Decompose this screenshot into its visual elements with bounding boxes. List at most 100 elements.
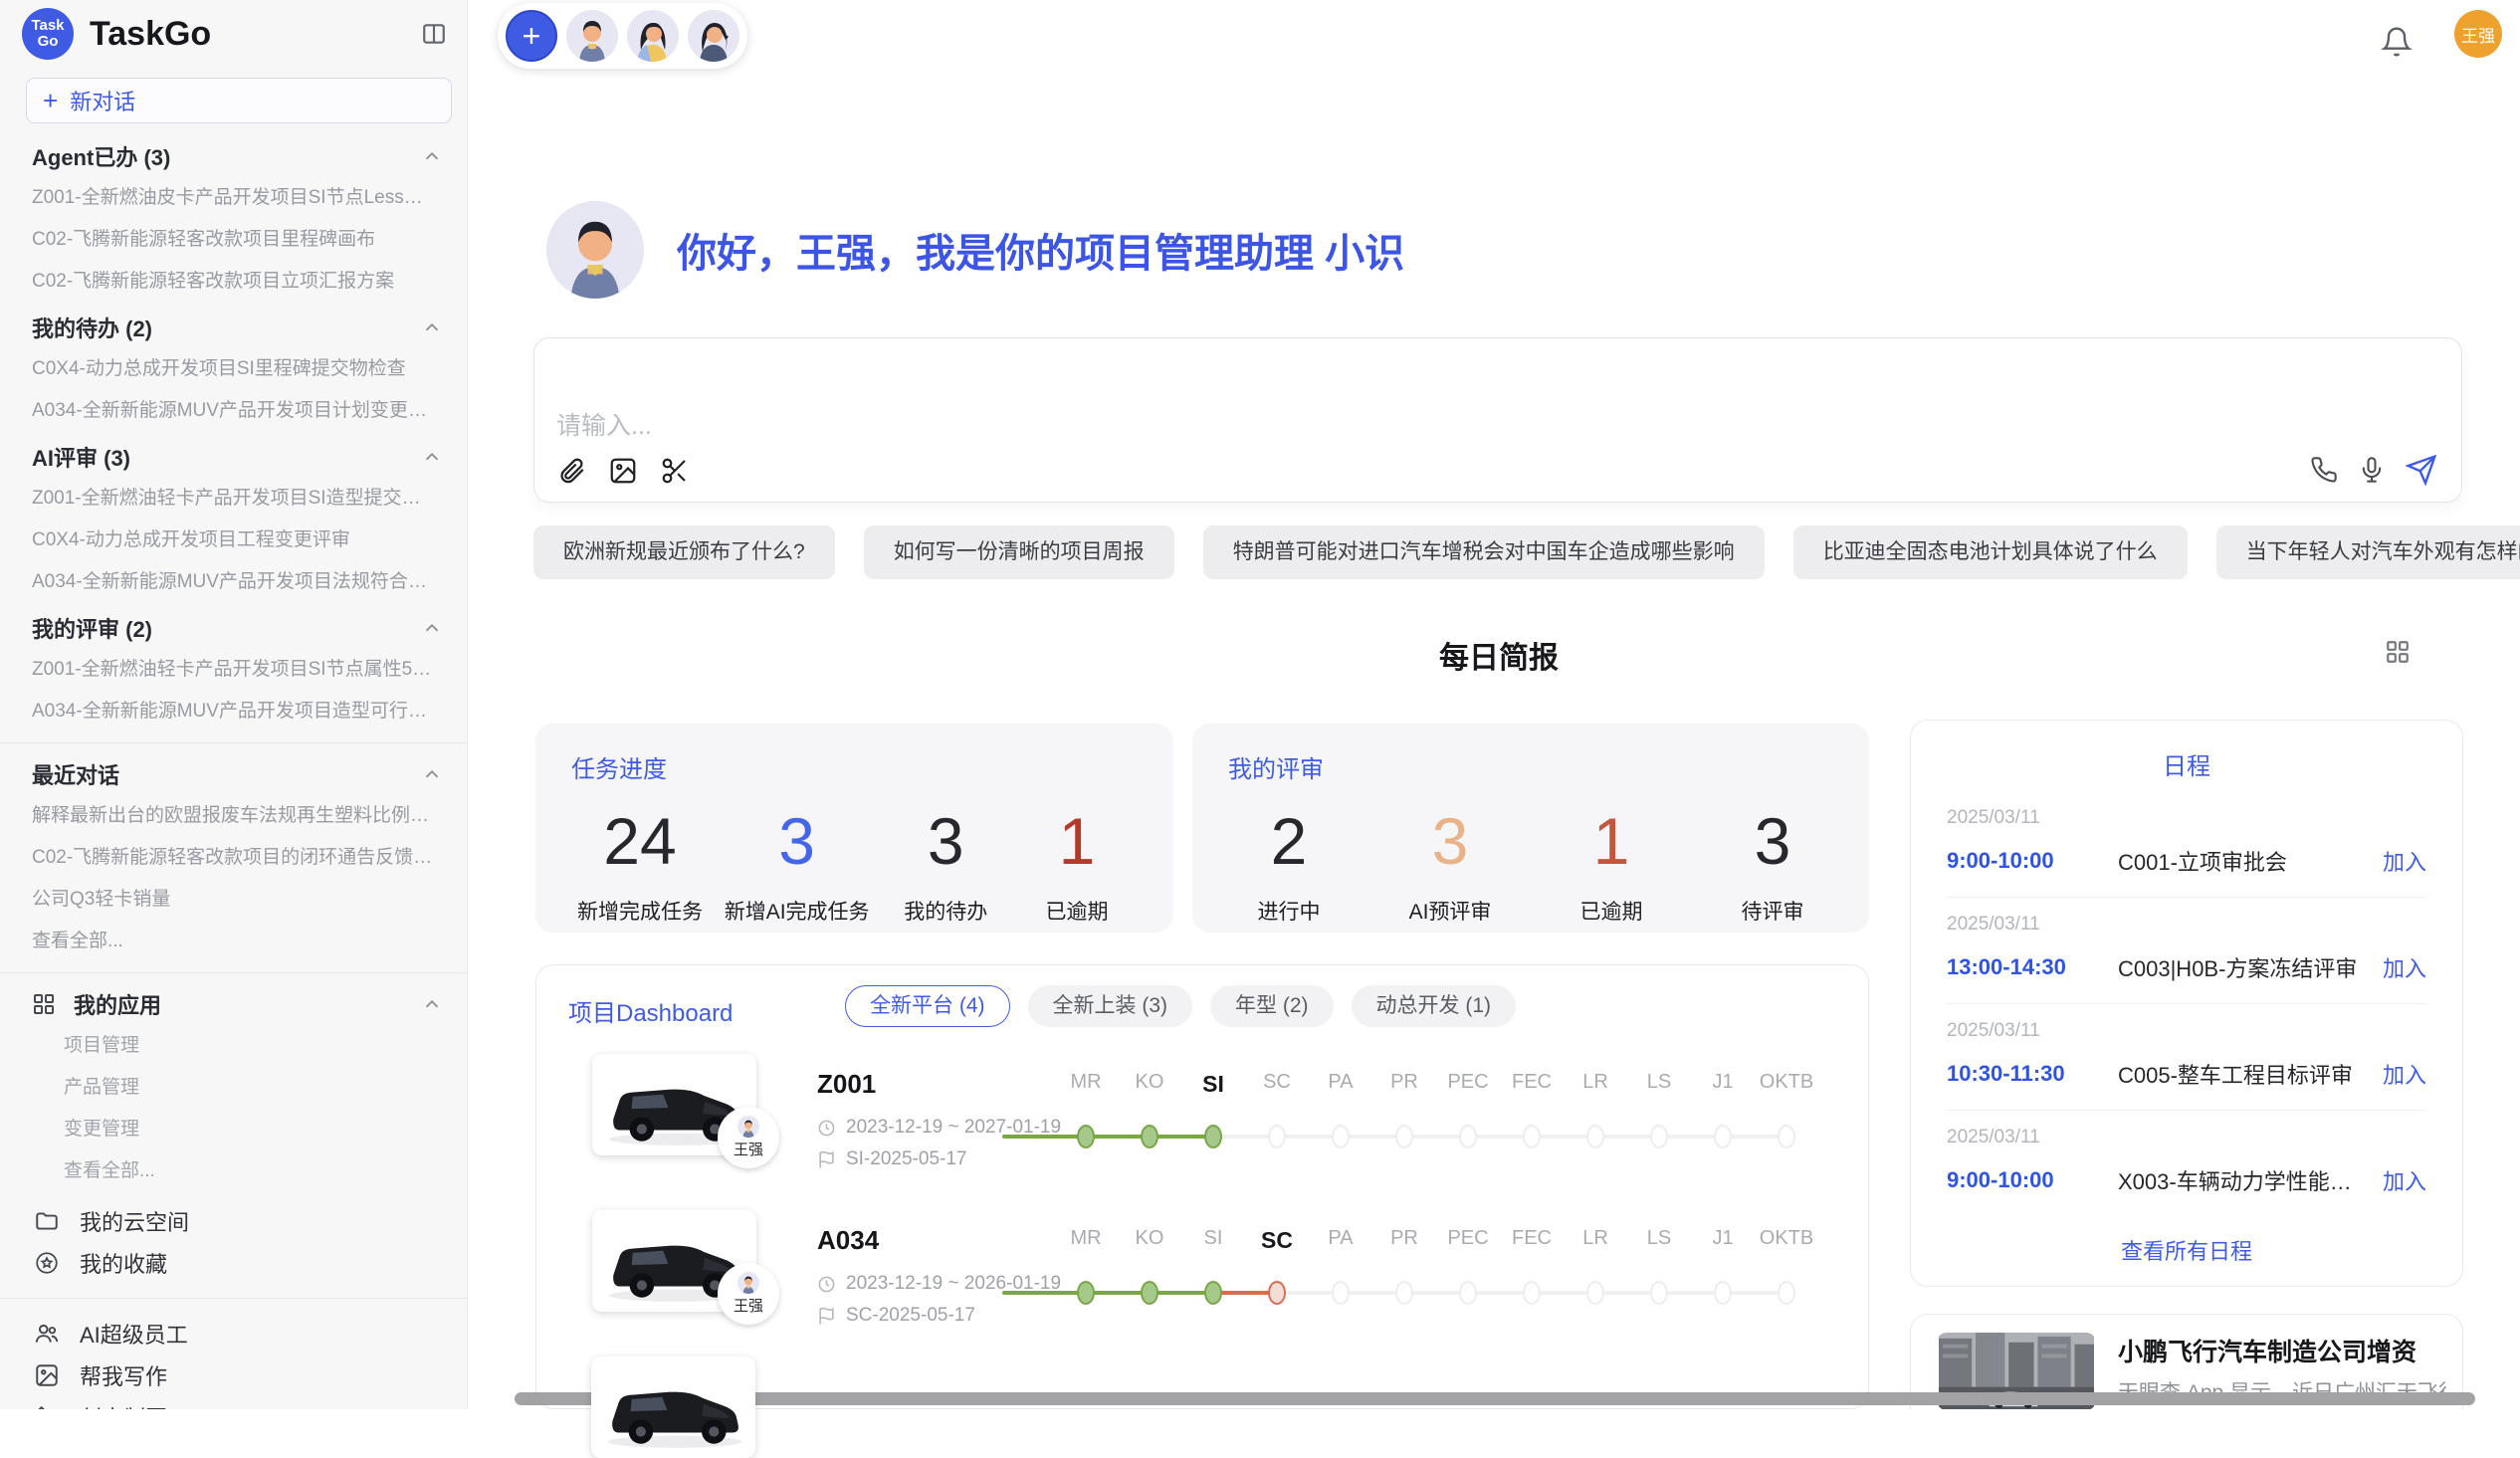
stat-value: 1 [1022, 806, 1132, 876]
send-icon[interactable] [2406, 454, 2437, 486]
suggestion-chip[interactable]: 当下年轻人对汽车外观有怎样的喜好趋势 [2216, 525, 2520, 579]
dashboard-tab[interactable]: 全新平台 (4) [845, 985, 1010, 1027]
join-link[interactable]: 加入 [2383, 1058, 2426, 1090]
chat-input-card: 请输入... [533, 337, 2462, 503]
sidebar-item-folder[interactable]: 我的云空间 [0, 1200, 467, 1242]
agent-avatar-3[interactable] [688, 10, 739, 62]
stat-label: 已逾期 [1022, 896, 1132, 926]
schedule-time: 9:00-10:00 [1947, 848, 2118, 874]
section-header[interactable]: 我的应用 [0, 987, 467, 1021]
section-header[interactable]: Agent已办 (3) [0, 139, 467, 173]
chevron-up-icon[interactable] [421, 617, 443, 639]
section-header[interactable]: 我的评审 (2) [0, 611, 467, 645]
chevron-up-icon[interactable] [421, 316, 443, 338]
image-upload-icon[interactable] [608, 456, 638, 486]
chevron-up-icon[interactable] [421, 145, 443, 167]
milestone-dot [1459, 1125, 1477, 1148]
sidebar-item[interactable]: A034-全新新能源MUV产品开发项目法规符合性评审 [0, 565, 467, 599]
sidebar-item[interactable]: C02-飞腾新能源轻客改款项目里程碑画布 [0, 223, 467, 257]
sidebar-item[interactable]: C0X4-动力总成开发项目SI里程碑提交物检查 [0, 352, 467, 386]
project-vehicle-image [591, 1356, 755, 1458]
milestone-dot [1204, 1281, 1222, 1305]
suggestion-chip[interactable]: 比亚迪全固态电池计划具体说了什么 [1793, 525, 2188, 579]
owner-mini-avatar [737, 1116, 759, 1138]
project-flag-date: SI-2025-05-17 [817, 1148, 966, 1170]
layout-grid-icon[interactable] [2385, 639, 2411, 665]
milestone-dot [1778, 1281, 1795, 1305]
sidebar-item[interactable]: Z001-全新燃油皮卡产品开发项目SI节点Lesson Learn报告 [0, 181, 467, 215]
sidebar-item[interactable]: C02-飞腾新能源轻客改款项目立项汇报方案 [0, 265, 467, 299]
horizontal-scrollbar[interactable] [515, 1392, 2475, 1405]
agent-avatar-1[interactable] [566, 10, 618, 62]
agent-switcher: + [498, 3, 747, 69]
project-owner-badge: 王强 [718, 1107, 779, 1168]
sidebar-tool-image[interactable]: 帮我写作 [0, 1354, 467, 1396]
milestone-label: J1 [1691, 1227, 1755, 1250]
stat-card-title: 我的评审 [1228, 749, 1833, 784]
dashboard-tab[interactable]: 全新上装 (3) [1028, 985, 1193, 1027]
recent-chat-item[interactable]: 查看全部... [0, 925, 467, 958]
sidebar-item[interactable]: C0X4-动力总成开发项目工程变更评审 [0, 523, 467, 557]
app-item[interactable]: 变更管理 [0, 1113, 467, 1146]
view-all-schedule-link[interactable]: 查看所有日程 [1911, 1234, 2462, 1266]
join-link[interactable]: 加入 [2383, 845, 2426, 877]
recent-chat-item[interactable]: 公司Q3轻卡销量 [0, 883, 467, 917]
dashboard-tab[interactable]: 年型 (2) [1210, 985, 1334, 1027]
milestone-label: LR [1564, 1227, 1627, 1250]
sidebar-item[interactable]: A034-全新新能源MUV产品开发项目造型可行性评审 [0, 695, 467, 729]
sidebar-item[interactable]: A034-全新新能源MUV产品开发项目计划变更表编写 [0, 394, 467, 428]
stat-column: 1已逾期 [1557, 806, 1666, 926]
sidebar-item[interactable]: Z001-全新燃油轻卡产品开发项目SI节点属性5D文件评审 [0, 653, 467, 687]
chevron-up-icon[interactable] [421, 763, 443, 785]
milestone-dot [1332, 1125, 1350, 1148]
chevron-up-icon[interactable] [421, 993, 443, 1015]
app-item[interactable]: 查看全部... [0, 1154, 467, 1188]
app-item[interactable]: 产品管理 [0, 1071, 467, 1105]
milestone-label: PA [1309, 1071, 1372, 1094]
schedule-item: 2025/03/119:00-10:00X003-车辆动力学性能验...加入 [1947, 1111, 2426, 1216]
sidebar-item-star[interactable]: 我的收藏 [0, 1242, 467, 1284]
microphone-icon[interactable] [2358, 456, 2386, 484]
collapse-sidebar-icon[interactable] [421, 21, 447, 47]
suggestion-chip[interactable]: 如何写一份清晰的项目周报 [864, 525, 1174, 579]
chevron-up-icon[interactable] [421, 446, 443, 468]
suggestion-chip[interactable]: 欧洲新规最近颁布了什么? [533, 525, 835, 579]
section-header[interactable]: 最近对话 [0, 757, 467, 791]
app-title: TaskGo [90, 15, 421, 54]
section-header[interactable]: AI评审 (3) [0, 440, 467, 474]
new-chat-button[interactable]: + 新对话 [26, 78, 452, 123]
schedule-time: 13:00-14:30 [1947, 954, 2118, 980]
recent-chat-item[interactable]: C02-飞腾新能源轻客改款项目的闭环通告反馈情况 [0, 841, 467, 875]
greeting-text: 你好，王强，我是你的项目管理助理 小识 [677, 221, 1404, 279]
app-item[interactable]: 项目管理 [0, 1029, 467, 1063]
suggestion-chip[interactable]: 特朗普可能对进口汽车增税会对中国车企造成哪些影响 [1203, 525, 1765, 579]
daily-brief-title: 每日简报 [533, 633, 2464, 677]
sidebar-item[interactable]: Z001-全新燃油轻卡产品开发项目SI造型提交物评审 [0, 482, 467, 516]
sidebar-tool-pen[interactable]: 创意制图 [0, 1396, 467, 1409]
sidebar-row-label: 帮我写作 [80, 1359, 167, 1391]
stat-card: 任务进度 24新增完成任务3新增AI完成任务3我的待办1已逾期 [535, 724, 1173, 933]
screenshot-scissors-icon[interactable] [660, 456, 690, 486]
join-link[interactable]: 加入 [2383, 951, 2426, 983]
chat-input[interactable]: 请输入... [556, 406, 652, 442]
notification-bell-icon[interactable] [2381, 26, 2413, 58]
sidebar-tool-users[interactable]: AI超级员工 [0, 1313, 467, 1354]
attachment-icon[interactable] [556, 456, 586, 486]
section-header[interactable]: 我的待办 (2) [0, 311, 467, 344]
milestone-dot [1268, 1125, 1286, 1148]
suggestion-chips: 欧洲新规最近颁布了什么? 如何写一份清晰的项目周报特朗普可能对进口汽车增税会对中国… [533, 525, 2464, 579]
dashboard-tab[interactable]: 动总开发 (1) [1352, 985, 1517, 1027]
recent-chat-item[interactable]: 解释最新出台的欧盟报废车法规再生塑料比例被调至15%... [0, 799, 467, 833]
user-avatar[interactable]: 王强 [2454, 10, 2502, 58]
schedule-name: C005-整车工程目标评审 [2118, 1058, 2367, 1090]
milestone-label: PR [1372, 1071, 1436, 1094]
milestone-label: SI [1181, 1071, 1245, 1098]
stat-columns: 2进行中3AI预评审1已逾期3待评审 [1228, 806, 1833, 926]
project-owner-badge: 王强 [718, 1263, 779, 1325]
milestone-dot [1141, 1281, 1158, 1305]
join-link[interactable]: 加入 [2383, 1164, 2426, 1196]
voice-call-icon[interactable] [2310, 456, 2338, 484]
agent-avatar-2[interactable] [627, 10, 679, 62]
schedule-title: 日程 [1911, 746, 2462, 781]
add-agent-button[interactable]: + [506, 10, 557, 62]
